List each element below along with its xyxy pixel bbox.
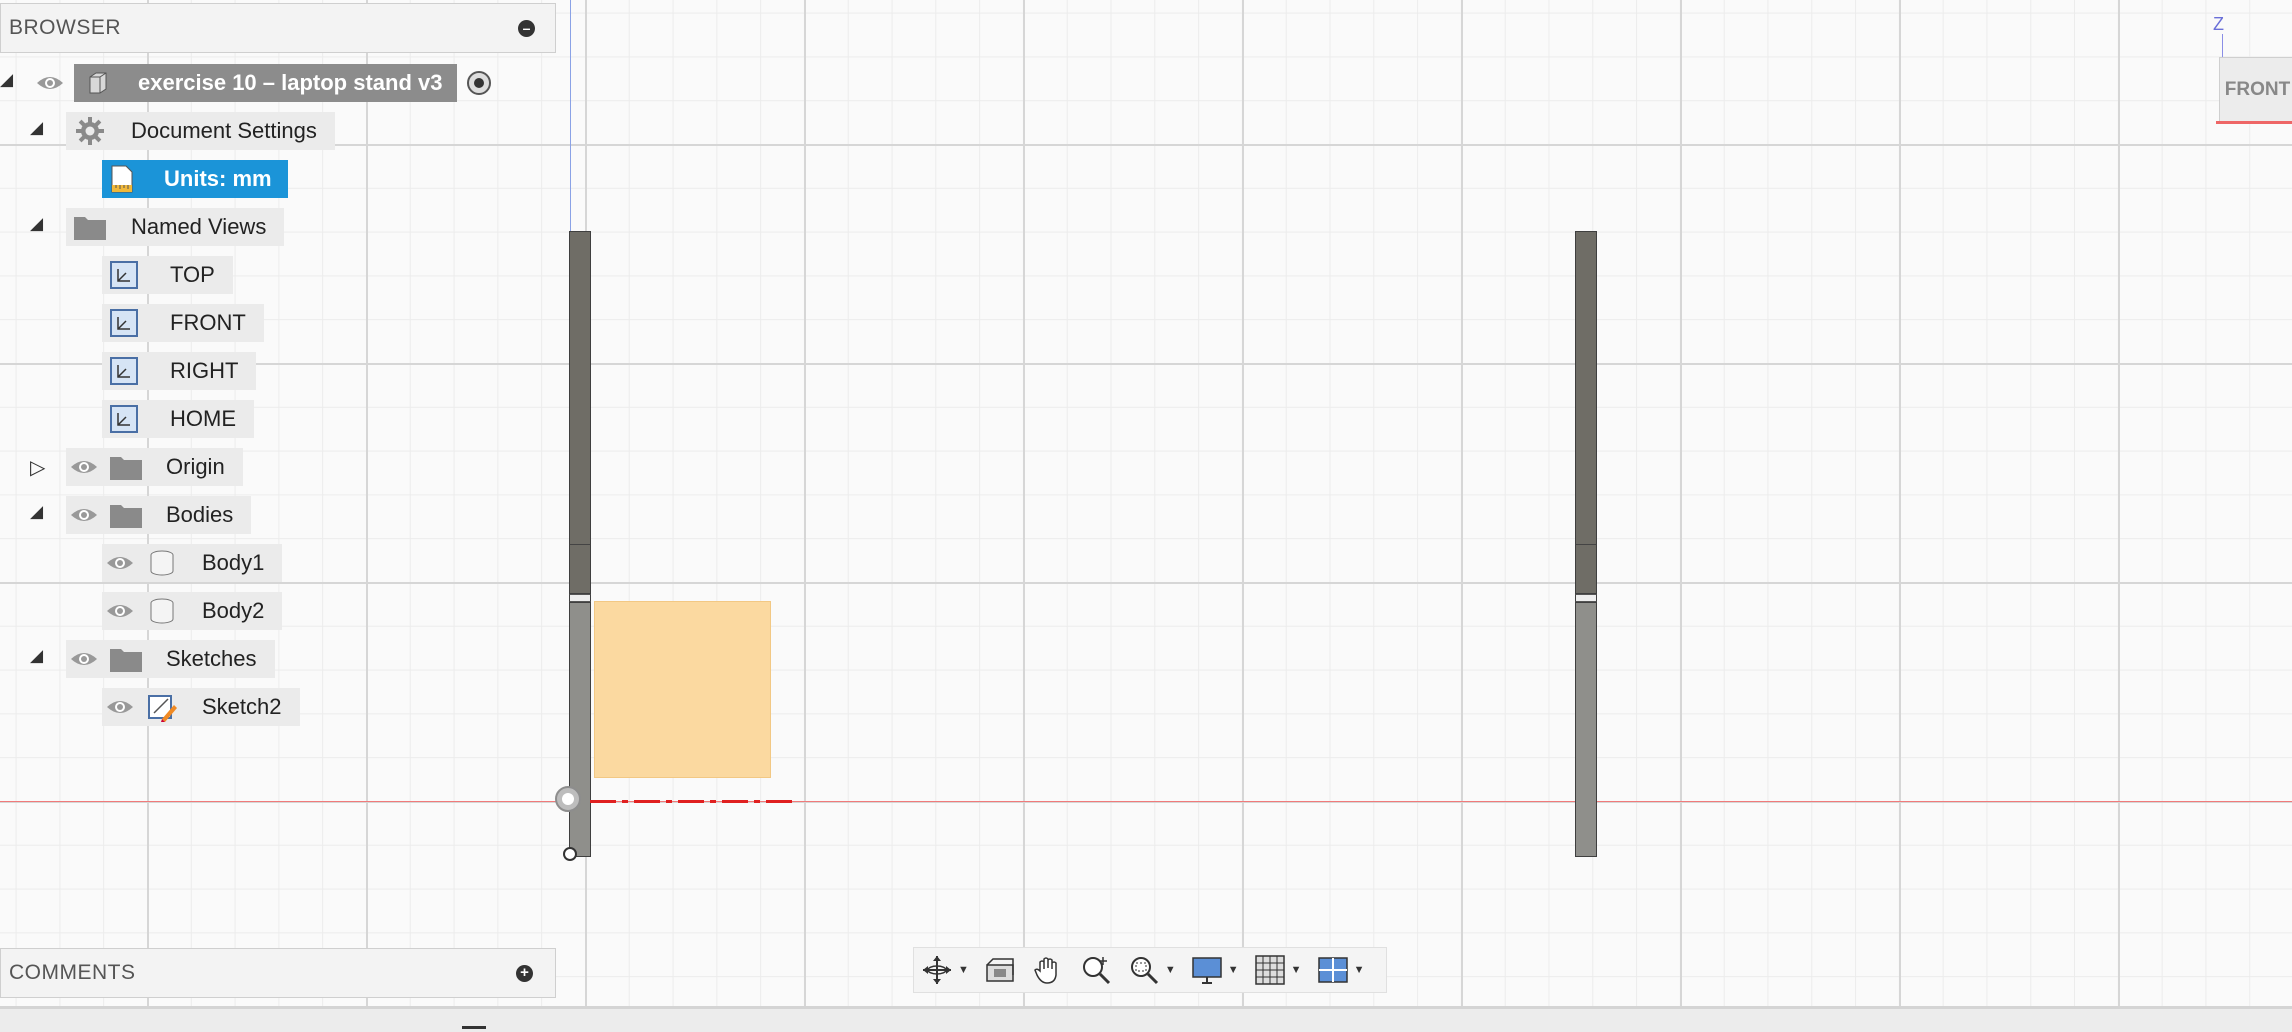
named-view-icon — [102, 404, 146, 434]
zoom-icon[interactable] — [1079, 953, 1113, 987]
folder-icon — [102, 501, 150, 529]
collapse-browser-button[interactable]: – — [518, 20, 535, 37]
component-icon — [74, 71, 122, 95]
tree-root-label: exercise 10 – laptop stand v3 — [138, 70, 443, 95]
folder-icon — [102, 453, 150, 481]
viewcube-x-edge — [2216, 121, 2292, 124]
tree-origin[interactable]: Origin — [66, 448, 243, 486]
folder-icon — [66, 213, 114, 241]
units-label: Units: mm — [164, 166, 272, 191]
collapse-triangle-icon[interactable]: ◢ — [30, 646, 43, 666]
display-settings-icon[interactable]: ▼ — [1190, 953, 1239, 987]
bodies-label: Bodies — [166, 502, 234, 527]
collapse-triangle-icon[interactable]: ◢ — [30, 502, 43, 522]
collapse-triangle-icon[interactable]: ◢ — [30, 214, 43, 234]
tree-view-right[interactable]: RIGHT — [102, 352, 257, 390]
eye-icon[interactable] — [66, 458, 102, 476]
tree-body2[interactable]: Body2 — [102, 592, 283, 630]
look-at-icon[interactable] — [983, 953, 1017, 987]
body1-geometry[interactable] — [569, 231, 593, 857]
sketch-icon — [138, 691, 186, 723]
comments-panel[interactable]: COMMENTS + — [0, 948, 556, 998]
named-views-label: Named Views — [131, 214, 267, 239]
collapse-triangle-icon[interactable]: ◢ — [30, 118, 43, 138]
grid-icon[interactable]: ▼ — [1253, 953, 1302, 987]
eye-icon[interactable] — [66, 650, 102, 668]
tree-sketch2[interactable]: Sketch2 — [102, 688, 300, 726]
browser-panel: BROWSER – ◢ exercise 10 – laptop stand v… — [0, 0, 558, 760]
x-axis-line — [0, 801, 2292, 802]
tree-body1[interactable]: Body1 — [102, 544, 283, 582]
tree-document-settings[interactable]: Document Settings — [66, 112, 335, 150]
sketch-end-point[interactable] — [563, 847, 577, 861]
tree-view-home[interactable]: HOME — [102, 400, 254, 438]
navigation-toolbar: ▼ ▼ ▼ ▼ ▼ — [913, 947, 1387, 993]
tree-bodies[interactable]: Bodies — [66, 496, 252, 534]
tree-view-top[interactable]: TOP — [102, 256, 233, 294]
status-bar — [0, 1006, 2292, 1032]
tree-view-front[interactable]: FRONT — [102, 304, 264, 342]
view-label: FRONT — [170, 310, 246, 335]
expand-triangle-icon[interactable]: ▷ — [30, 455, 45, 480]
pan-icon[interactable] — [1031, 953, 1065, 987]
origin-point[interactable] — [555, 786, 581, 812]
document-settings-label: Document Settings — [131, 118, 317, 143]
tree-units[interactable]: Units: mm — [102, 160, 288, 198]
ruler-doc-icon — [102, 164, 142, 194]
sketch-label: Sketch2 — [202, 694, 282, 719]
collapse-triangle-icon[interactable]: ◢ — [0, 70, 13, 90]
viewcube[interactable]: FRONT — [2210, 45, 2292, 127]
named-view-icon — [102, 356, 146, 386]
tree-named-views[interactable]: Named Views — [66, 208, 285, 246]
viewcube-front-face[interactable]: FRONT — [2219, 57, 2292, 123]
view-label: RIGHT — [170, 358, 239, 383]
eye-icon[interactable] — [102, 554, 138, 572]
body-label: Body1 — [202, 550, 265, 575]
origin-label: Origin — [166, 454, 225, 479]
sketches-label: Sketches — [166, 646, 257, 671]
eye-icon[interactable] — [66, 506, 102, 524]
sketch-profile[interactable] — [594, 601, 771, 778]
view-label: HOME — [170, 406, 236, 431]
named-view-icon — [102, 308, 146, 338]
gear-icon — [66, 116, 114, 146]
add-comment-button[interactable]: + — [516, 965, 533, 982]
browser-header[interactable]: BROWSER – — [0, 3, 556, 53]
activate-radio-icon[interactable] — [465, 69, 493, 97]
zoom-window-icon[interactable]: ▼ — [1127, 953, 1176, 987]
named-view-icon — [102, 260, 146, 290]
body-label: Body2 — [202, 598, 265, 623]
eye-icon[interactable] — [102, 698, 138, 716]
z-axis-label: Z — [2213, 14, 2224, 34]
body-icon — [138, 596, 186, 626]
timeline-marker — [462, 1026, 486, 1029]
eye-icon[interactable] — [102, 602, 138, 620]
browser-title: BROWSER — [9, 16, 122, 39]
orbit-icon[interactable]: ▼ — [920, 953, 969, 987]
viewports-icon[interactable]: ▼ — [1316, 953, 1364, 987]
folder-icon — [102, 645, 150, 673]
body2-geometry[interactable] — [1575, 231, 1599, 857]
body-icon — [138, 548, 186, 578]
tree-sketches[interactable]: Sketches — [66, 640, 275, 678]
eye-icon[interactable] — [32, 74, 68, 92]
view-label: TOP — [170, 262, 215, 287]
tree-root[interactable]: exercise 10 – laptop stand v3 — [32, 64, 493, 102]
comments-title: COMMENTS — [9, 961, 136, 984]
sketch-construction-line[interactable] — [590, 800, 795, 803]
